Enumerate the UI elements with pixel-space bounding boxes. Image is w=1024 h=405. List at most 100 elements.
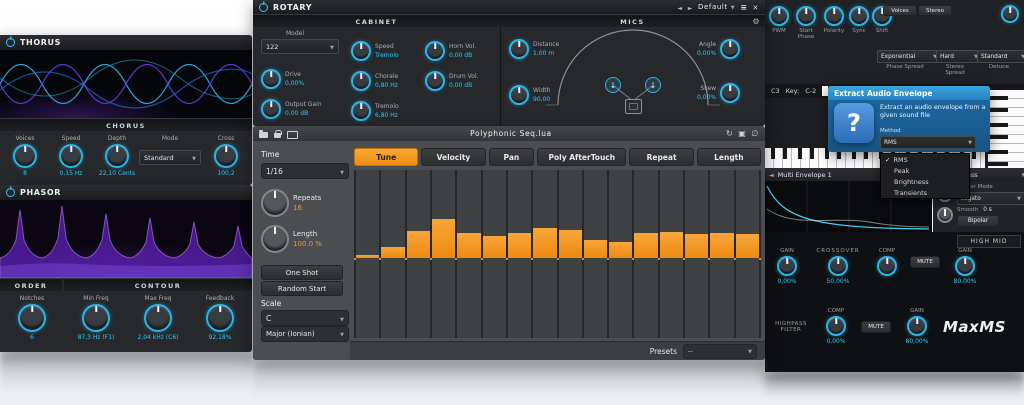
power-icon[interactable] xyxy=(6,188,15,197)
next-preset-icon[interactable] xyxy=(688,3,693,12)
seq-step[interactable] xyxy=(356,170,380,338)
seq-step[interactable] xyxy=(406,170,430,338)
menu-icon[interactable] xyxy=(740,3,747,12)
seq-step[interactable] xyxy=(609,170,633,338)
mute1-button[interactable]: MUTE xyxy=(910,256,940,268)
drum-vol-knob[interactable] xyxy=(425,71,445,91)
seq-step[interactable] xyxy=(735,170,759,338)
close-icon[interactable] xyxy=(753,3,759,12)
gear-icon[interactable] xyxy=(752,17,761,26)
bipolar-button[interactable]: Bipolar xyxy=(957,215,999,227)
seq-step[interactable] xyxy=(482,170,506,338)
presets-dropdown[interactable]: -- xyxy=(683,343,757,359)
stereo-button[interactable]: Stereo xyxy=(918,5,952,16)
scale-mode-dropdown[interactable]: Major (Ionian) xyxy=(261,326,349,342)
crossover-knob[interactable] xyxy=(828,256,848,276)
angle-knob[interactable] xyxy=(720,39,741,59)
polyseq-title: Polyphonic Seq.lua xyxy=(470,129,552,138)
comp2-knob[interactable] xyxy=(826,316,846,336)
comp1-knob[interactable] xyxy=(877,256,897,276)
rotary-titlebar: ROTARY Default xyxy=(253,0,765,14)
osc-extra-knob[interactable] xyxy=(1001,5,1019,23)
menu-item-rms[interactable]: RMS xyxy=(881,154,969,165)
key-low-value[interactable]: C-2 xyxy=(805,87,816,95)
seq-step[interactable] xyxy=(659,170,684,338)
prev-preset-icon[interactable] xyxy=(678,3,683,12)
skew-knob[interactable] xyxy=(720,83,741,103)
lock-icon[interactable] xyxy=(273,129,282,138)
voices-knob[interactable] xyxy=(13,144,37,168)
seq-step[interactable] xyxy=(457,170,481,338)
mode-dropdown[interactable]: Standard xyxy=(139,150,201,165)
reload-icon[interactable] xyxy=(726,129,733,138)
tab-tune[interactable]: Tune xyxy=(354,148,419,166)
speed-knob[interactable] xyxy=(59,144,83,168)
time-dropdown[interactable]: 1/16 xyxy=(261,163,349,179)
pwm-knob[interactable] xyxy=(769,6,789,26)
seq-step[interactable] xyxy=(533,170,557,338)
detune-dropdown[interactable]: Standard xyxy=(977,50,1024,63)
tab-poly-aftertouch[interactable]: Poly AfterTouch xyxy=(537,148,627,166)
folder-icon[interactable] xyxy=(259,129,268,138)
model-dropdown[interactable]: 122 xyxy=(261,39,339,54)
root-key-value[interactable]: C3 xyxy=(771,87,780,95)
polarity-knob[interactable] xyxy=(824,6,844,26)
one-shot-button[interactable]: One Shot xyxy=(261,265,343,280)
length-knob[interactable] xyxy=(261,225,289,253)
chorale-knob[interactable] xyxy=(351,71,371,91)
output-gain-knob[interactable] xyxy=(261,99,281,119)
mic-right-icon[interactable] xyxy=(645,77,661,93)
repeats-knob[interactable] xyxy=(261,189,289,217)
menu-item-transients[interactable]: Transients xyxy=(881,187,969,198)
prev-envelope-icon[interactable] xyxy=(769,171,774,179)
voices-button[interactable]: Voices xyxy=(883,5,917,16)
seq-step[interactable] xyxy=(507,170,532,338)
seq-step[interactable] xyxy=(685,170,709,338)
power-icon[interactable] xyxy=(6,38,15,47)
seq-step[interactable] xyxy=(431,170,456,338)
start-phase-knob[interactable] xyxy=(796,6,816,26)
seq-step[interactable] xyxy=(634,170,658,338)
tremolo-knob[interactable] xyxy=(351,101,371,121)
smooth-knob[interactable] xyxy=(937,207,953,223)
preset-dropdown[interactable]: Default xyxy=(698,3,735,11)
feedback-knob[interactable] xyxy=(206,304,234,332)
minfreq-knob[interactable] xyxy=(82,304,110,332)
notches-knob[interactable] xyxy=(18,304,46,332)
horn-vol-knob[interactable] xyxy=(425,41,445,61)
seq-step[interactable] xyxy=(381,170,405,338)
menu-item-peak[interactable]: Peak xyxy=(881,165,969,176)
scale-root-dropdown[interactable]: C xyxy=(261,310,349,326)
phase-spread-dropdown[interactable]: Exponential xyxy=(877,50,941,63)
tab-repeat[interactable]: Repeat xyxy=(629,148,694,166)
monitor-icon[interactable] xyxy=(287,130,298,139)
distance-knob[interactable] xyxy=(509,39,529,59)
tab-velocity[interactable]: Velocity xyxy=(421,148,486,166)
menu-item-label: RMS xyxy=(893,155,908,164)
method-dropdown[interactable]: RMS xyxy=(880,136,976,149)
tab-length[interactable]: Length xyxy=(696,148,762,166)
help-icon[interactable]: ? xyxy=(834,103,874,143)
power-icon[interactable] xyxy=(259,2,268,12)
maxfreq-knob[interactable] xyxy=(144,304,172,332)
rotary-speed-knob[interactable] xyxy=(351,41,371,61)
seq-step[interactable] xyxy=(583,170,608,338)
gain1-knob[interactable] xyxy=(777,256,797,276)
drive-knob[interactable] xyxy=(261,69,281,89)
mic-left-icon[interactable] xyxy=(605,77,621,93)
seq-step[interactable] xyxy=(710,170,734,338)
random-start-button[interactable]: Random Start xyxy=(261,281,343,296)
gain2-knob[interactable] xyxy=(955,256,975,276)
width-knob[interactable] xyxy=(509,85,529,105)
sync-knob[interactable] xyxy=(849,6,869,26)
close-icon[interactable] xyxy=(751,129,759,138)
tab-pan[interactable]: Pan xyxy=(488,148,535,166)
depth-knob[interactable] xyxy=(105,144,129,168)
gain3-knob[interactable] xyxy=(907,316,927,336)
stereo-spread-dropdown[interactable]: Hard xyxy=(936,50,982,63)
mute2-button[interactable]: MUTE xyxy=(861,320,891,333)
cross-knob[interactable] xyxy=(214,144,238,168)
detach-icon[interactable] xyxy=(738,129,746,138)
menu-item-brightness[interactable]: Brightness xyxy=(881,176,969,187)
seq-step[interactable] xyxy=(558,170,582,338)
